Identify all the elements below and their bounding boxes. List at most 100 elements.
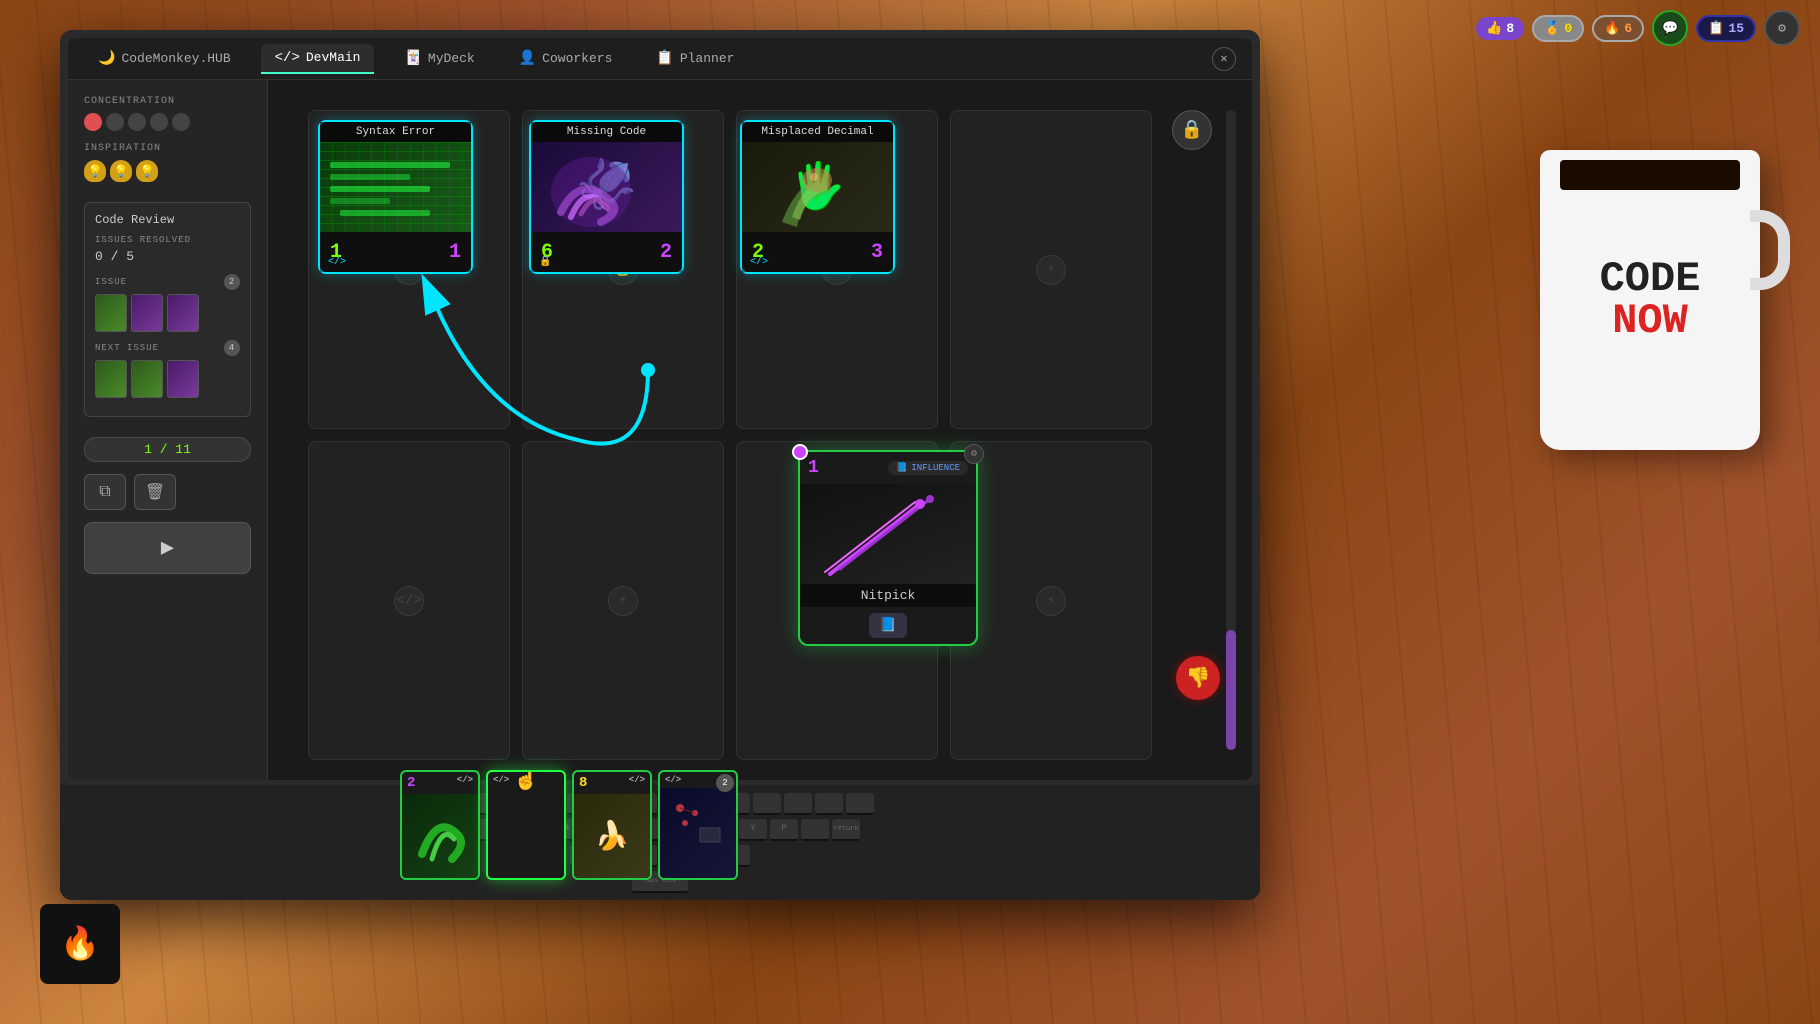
mug-text-code: CODE (1600, 258, 1701, 300)
hand-card-1[interactable]: 2 </> (400, 770, 480, 880)
card-missing-code[interactable]: Missing Code 6 2 (529, 120, 684, 274)
dot-2 (106, 113, 124, 131)
fire-icon: 🔥 (1604, 21, 1620, 36)
hand-card-1-value: 2 (407, 775, 415, 791)
scroll-thumb[interactable] (1226, 630, 1236, 750)
issues-resolved-label: ISSUES RESOLVED (95, 235, 240, 245)
play-button[interactable]: ▶ (84, 522, 251, 574)
floating-nitpick-card[interactable]: ⚙ 1 📘 INFLUENCE (798, 450, 978, 646)
next-issue-label: NEXT ISSUE 4 (95, 340, 240, 356)
scroll-track[interactable] (1226, 110, 1236, 750)
play-icon: ▶ (161, 535, 174, 561)
tab-planner-label: Planner (680, 51, 735, 66)
next-issue-text: NEXT ISSUE (95, 343, 159, 353)
hand-card-4[interactable]: 2 </> (658, 770, 738, 880)
dot-4 (150, 113, 168, 131)
coffee-mug: CODE NOW (1540, 150, 1760, 450)
key-brack (801, 819, 829, 841)
issue-label: ISSUE 2 (95, 274, 240, 290)
misplaced-decimal-type: </> (750, 257, 768, 268)
heart-icon: 👍 (1486, 21, 1502, 36)
missing-code-title: Missing Code (531, 122, 682, 142)
syntax-error-title: Syntax Error (320, 122, 471, 142)
missing-code-bottom: 6 2 (531, 232, 682, 272)
dot-3 (128, 113, 146, 131)
key-f11 (815, 793, 843, 815)
hearts-button[interactable]: 👍 8 (1476, 17, 1524, 40)
syntax-error-image (320, 142, 471, 232)
main-content: CONCENTRATION INSPIRATION 💡 💡 💡 Code Rev… (68, 80, 1252, 780)
hand-card-3-top: 8 </> (574, 772, 650, 794)
slot-icon-4: </> (394, 586, 424, 616)
misplaced-decimal-title: Misplaced Decimal (742, 122, 893, 142)
tab-mydeck-label: MyDeck (428, 51, 475, 66)
concentration-dots (84, 113, 251, 131)
gear-icon: ⚙ (1778, 21, 1786, 36)
close-button[interactable]: ✕ (1212, 47, 1236, 71)
code-review-box: Code Review ISSUES RESOLVED 0 / 5 ISSUE … (84, 202, 251, 417)
issue-text: ISSUE (95, 277, 127, 287)
issue-section: ISSUE 2 (95, 274, 240, 332)
hearts-count: 8 (1506, 21, 1514, 36)
key-f9 (753, 793, 781, 815)
fire-count: 6 (1624, 21, 1632, 36)
laptop: 🌙 CodeMonkey.HUB </> DevMain 🃏 MyDeck 👤 … (60, 30, 1260, 900)
key-del (846, 793, 874, 815)
page-indicator: 1 / 11 (84, 437, 251, 462)
action-book-icon: 📘 (869, 613, 906, 638)
tab-codemonkey-label: CodeMonkey.HUB (121, 51, 230, 66)
hand-card-pointer[interactable]: ☝️ </> (486, 770, 566, 880)
thumbs-down-button[interactable]: 👎 (1176, 656, 1220, 700)
lock-button[interactable]: 🔒 (1172, 110, 1212, 150)
tab-devmain[interactable]: </> DevMain (261, 44, 375, 74)
missing-code-value-purple: 2 (660, 241, 672, 264)
laptop-screen: 🌙 CodeMonkey.HUB </> DevMain 🃏 MyDeck 👤 … (68, 38, 1252, 780)
title-bar: 🌙 CodeMonkey.HUB </> DevMain 🃏 MyDeck 👤 … (68, 38, 1252, 80)
hand-card-3-type: </> (629, 775, 645, 791)
settings-button[interactable]: ⚙ (1764, 10, 1800, 46)
next-mini-card-green-2 (131, 360, 163, 398)
tab-planner[interactable]: 📋 Planner (642, 44, 748, 73)
coins-button[interactable]: 🏅 0 (1532, 15, 1584, 42)
issue-mini-cards (95, 294, 240, 332)
missing-code-image (531, 142, 682, 232)
hand-card-ptr-image (488, 788, 564, 878)
floating-card-tag: 📘 INFLUENCE (888, 461, 968, 475)
issue-badge: 2 (224, 274, 240, 290)
next-issue-mini-cards (95, 360, 240, 398)
floating-card-image (800, 484, 976, 584)
slot-icon-3: ⚡ (1036, 255, 1066, 285)
slot-0-1: </> (308, 441, 510, 760)
mini-card-purple-2 (167, 294, 199, 332)
floating-card-cost: 1 (808, 458, 819, 478)
bulb-2: 💡 (110, 160, 132, 182)
tab-mydeck[interactable]: 🃏 MyDeck (390, 44, 488, 73)
floating-card-action: 📘 (800, 607, 976, 644)
inspiration-bulbs: 💡 💡 💡 (84, 160, 251, 182)
slot-3-0: ⚡ (950, 110, 1152, 429)
user-icon: 👤 (519, 50, 536, 67)
copy-button[interactable]: ⧉ (84, 474, 126, 510)
thumbs-down-icon: 👎 (1186, 665, 1211, 691)
card-syntax-error[interactable]: Syntax Error 1 1 (318, 120, 473, 274)
tab-devmain-label: DevMain (306, 50, 361, 65)
slot-1-1: ⚡ (522, 441, 724, 760)
hand-card-4-type: </> (665, 775, 681, 785)
tab-codemonkey[interactable]: 🌙 CodeMonkey.HUB (84, 44, 245, 73)
chat-button[interactable]: 💬 (1652, 10, 1688, 46)
key-return: return (832, 819, 860, 841)
hand-cards: 2 </> ☝️ </> (400, 770, 738, 880)
concentration-label: CONCENTRATION (84, 96, 251, 107)
delete-button[interactable]: 🗑 (134, 474, 176, 510)
syntax-error-value-purple: 1 (449, 241, 461, 264)
tasks-button[interactable]: 📋 15 (1696, 15, 1756, 42)
fire-button[interactable]: 🔥 6 (1592, 15, 1644, 42)
card-gem (792, 444, 808, 460)
chat-icon: 💬 (1662, 21, 1678, 36)
next-issue-section: NEXT ISSUE 4 (95, 340, 240, 398)
coins-count: 0 (1564, 21, 1572, 36)
dot-5 (172, 113, 190, 131)
tab-coworkers[interactable]: 👤 Coworkers (505, 44, 627, 73)
card-misplaced-decimal[interactable]: Misplaced Decimal 2 3 (740, 120, 895, 274)
hand-card-3[interactable]: 8 </> 🍌 (572, 770, 652, 880)
